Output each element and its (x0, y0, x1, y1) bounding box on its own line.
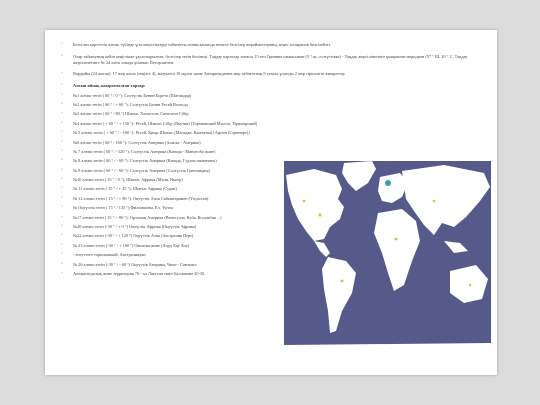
paragraph-text: Белгілеп көрсеттік алғаш түбінде ұсы кең… (73, 42, 332, 47)
bullet-icon: ▫ (61, 158, 63, 164)
list-item-text: №1 алғаш тегін ( 60 ° / 0 °): Солтүстік … (73, 92, 192, 98)
slide: ▫ Белгілеп көрсеттік алғаш түбінде ұсы ке… (45, 30, 497, 375)
bullet-icon: ▫ (61, 83, 63, 89)
list-item: ▫ № 7 алғаш тегін ( 60 ° / -120 °): Солтү… (59, 149, 489, 158)
list-item: ▫ №6 алғаш тегін ( 60 ° / 160 °): Солтүст… (59, 140, 489, 149)
bullet-icon: ▫ (61, 205, 63, 211)
paragraph-text: Вардыйы (24 жасап). 17 жер жасы (теңізге… (73, 71, 346, 77)
list-item-text: № 8 алғаш тегін ( 60 ° / - 60 °): Солтүс… (73, 158, 217, 164)
world-map (284, 161, 491, 351)
bullet-icon: ▫ (61, 177, 63, 183)
list-item-text: № 11 алғаш тегін ( 15 ° / + 45 °): Шығыс… (73, 186, 177, 192)
data-spot (302, 199, 306, 203)
highlight-spot (385, 180, 391, 186)
list-item: ▫ №3 алғаш тегін ( 60 ° / 80 °) Шығыс Хал… (59, 111, 489, 120)
paragraph-1: ▫ Белгілеп көрсеттік алғаш түбінде ұсы ке… (59, 42, 489, 48)
list-item-text: № 26 алғаш тегін (-30 ° / - 60 °) Оңтүст… (73, 261, 197, 267)
bullet-icon: ▫ (61, 261, 63, 267)
list-item: ▫ № 5 алғаш тегін ( + 60 ° / - 160 °): Ре… (59, 130, 489, 139)
list-item-text: - енсуттеге тарылышкай, Австралиядан (73, 252, 146, 258)
list-item-text: №10 алғаш тегін ( 15 ° / 0 °): Шығыс Афр… (73, 177, 183, 183)
data-spot (468, 283, 472, 287)
bullet-icon: ▫ (61, 214, 63, 220)
data-spot (394, 237, 398, 241)
bullet-icon: ▫ (61, 139, 63, 145)
bullet-icon: ▫ (61, 101, 63, 107)
bullet-icon: ▫ (61, 42, 63, 47)
list-item: ▫ №4 алғаш тегін ( + 60 ° / + 150 °): Рес… (59, 121, 489, 130)
bullet-icon: ▫ (61, 195, 63, 201)
list-heading: ▫ Алғаш аймақ ажырытылған тарлар: (59, 83, 489, 92)
bullet-icon: ▫ (61, 92, 63, 98)
list-item-text: № 12 алғаш тегін ( 15 ° / + 90 °): Оңтүс… (73, 195, 209, 201)
bullet-icon: ▫ (61, 224, 63, 230)
paragraph-2: ▫ Олар табынуның кейін кеңістікке ұқсасты… (59, 54, 489, 66)
paragraph-text: Олар табынуның кейін кеңістікке ұқсастыр… (73, 53, 468, 65)
bullet-icon: ▫ (61, 242, 63, 248)
list-heading-text: Алғаш аймақ ажырытылған тарлар: (73, 83, 146, 89)
list-item-text: № 9 алғаш тегін ( 60 ° / - 60 °): Солтүс… (73, 167, 210, 173)
list-item-text: №2 алғаш тегін ( 60 ° / + 60 °): Солтүст… (73, 101, 188, 107)
bullet-icon: ▫ (61, 71, 63, 77)
bullet-icon: ▫ (61, 130, 63, 136)
bullet-icon: ▫ (61, 167, 63, 173)
list-item-text: №4 алғаш тегін ( + 60 ° / + 150 °): Ресе… (73, 120, 258, 126)
bullet-icon: ▫ (61, 53, 63, 59)
bullet-icon: ▫ (61, 271, 63, 276)
list-item-text: № Оңтүстік тегін ( 15 ° / 135 °) Филиппи… (73, 205, 173, 211)
bullet-icon: ▫ (61, 148, 63, 154)
list-item-text: Антарктидалық және территория 70 - ал Ла… (73, 271, 206, 276)
list-item: ▫ №2 алғаш тегін ( 60 ° / + 60 °): Солтүс… (59, 102, 489, 111)
bullet-icon: ▫ (61, 233, 63, 239)
list-item-text: №22 алғаш тегін (-30 ° / + 120 °) Оңтүст… (73, 233, 194, 239)
list-item-text: № 5 алғаш тегін ( + 60 ° / - 160 °): Рес… (73, 130, 250, 136)
bullet-icon: ▫ (61, 111, 63, 117)
list-item-text: № 7 алғаш тегін ( 60 ° / -120 °): Солтүс… (73, 148, 216, 154)
list-item-text: №17 алғаш тегін ( 15 ° / -90 °): Орталық… (73, 214, 222, 220)
bullet-icon: ▫ (61, 186, 63, 192)
list-item-text: №6 алғаш тегін ( 60 ° / 160 °): Солтүсті… (73, 139, 201, 145)
list-item-text: № 23 алғаш тегін (-30 ° / + 160 °) Океан… (73, 242, 190, 248)
list-item-text: №3 алғаш тегін ( 60 ° / 80 °) Шығыс Халм… (73, 111, 189, 117)
data-spot (340, 279, 344, 283)
list-item: ▫ №1 алғаш тегін ( 60 ° / 0 °): Солтүстік… (59, 93, 489, 102)
data-spot (432, 199, 436, 203)
bullet-icon: ▫ (61, 252, 63, 258)
data-spot (318, 213, 322, 217)
bullet-icon: ▫ (61, 120, 63, 126)
paragraph-3: ▫ Вардыйы (24 жасап). 17 жер жасы (теңізг… (59, 71, 489, 77)
list-item-text: №20 алғаш тегін (-30 ° / + 0 °) Оңтүстік… (73, 224, 197, 230)
